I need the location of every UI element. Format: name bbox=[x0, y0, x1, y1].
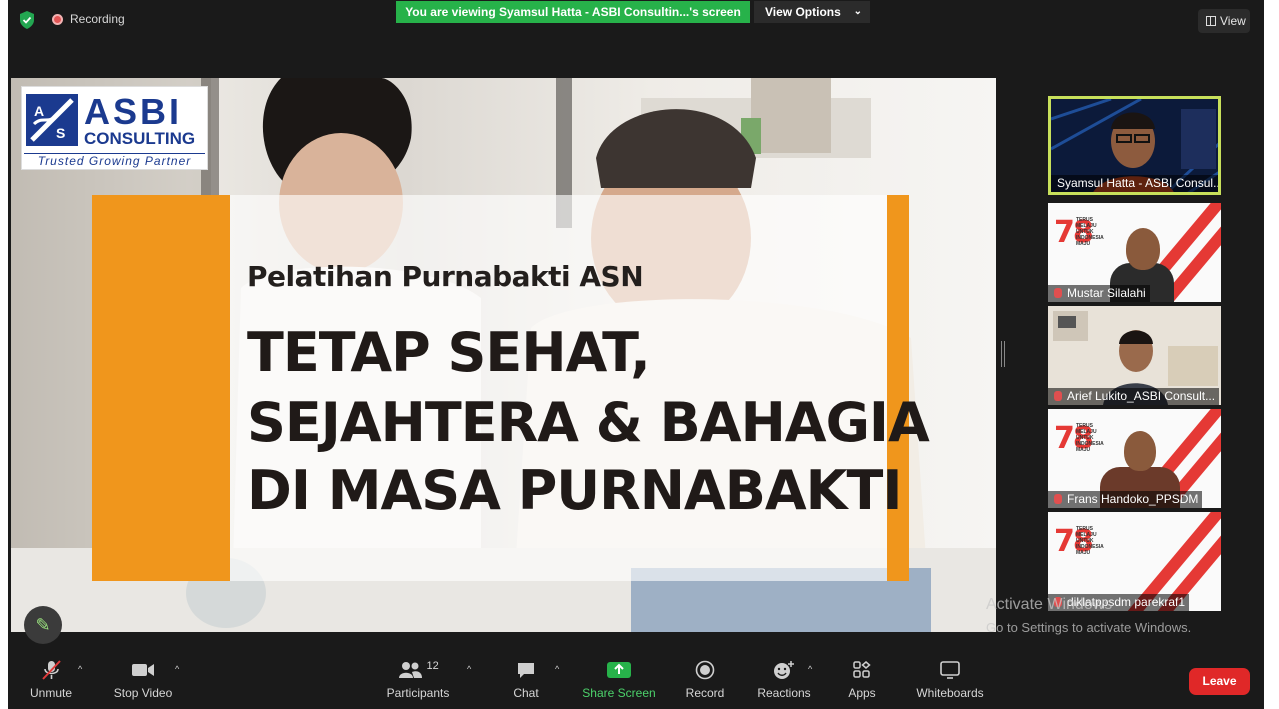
slide-subtitle: Pelatihan Purnabakti ASN bbox=[247, 260, 644, 293]
recording-indicator[interactable]: Recording bbox=[52, 12, 125, 26]
annotate-pen-button[interactable]: ✎ bbox=[24, 606, 62, 644]
participant-tile[interactable]: Arief Lukito_ASBI Consult... bbox=[1048, 306, 1221, 405]
video-options-caret[interactable]: ^ bbox=[175, 664, 179, 674]
orange-accent-bar-left bbox=[92, 195, 230, 581]
participant-tile[interactable]: 78 TERUS MELAJU UNTUK INDONESIA MAJU Fra… bbox=[1048, 409, 1221, 508]
recording-dot-icon bbox=[52, 13, 63, 25]
stop-video-label: Stop Video bbox=[113, 686, 173, 700]
pencil-icon: ✎ bbox=[35, 615, 51, 635]
chat-options-caret[interactable]: ^ bbox=[555, 664, 559, 674]
whiteboard-icon bbox=[940, 661, 960, 679]
reactions-label: Reactions bbox=[757, 686, 811, 700]
reactions-button[interactable]: Reactions bbox=[752, 660, 816, 700]
title-panel bbox=[230, 195, 887, 581]
mic-muted-icon bbox=[1054, 494, 1062, 504]
orange-accent-bar-right bbox=[887, 195, 909, 581]
view-label: View bbox=[1220, 14, 1246, 28]
svg-text:S: S bbox=[56, 125, 65, 141]
whiteboards-label: Whiteboards bbox=[916, 686, 984, 700]
audio-options-caret[interactable]: ^ bbox=[78, 664, 82, 674]
slide-headline-line2: SEJAHTERA & BAHAGIA bbox=[247, 391, 930, 454]
screen-share-banner: You are viewing Syamsul Hatta - ASBI Con… bbox=[396, 1, 750, 23]
participant-tile-active-speaker[interactable]: Syamsul Hatta - ASBI Consul... bbox=[1048, 96, 1221, 195]
security-shield-icon[interactable] bbox=[18, 10, 36, 30]
logo-tagline: Trusted Growing Partner bbox=[24, 153, 205, 169]
unmute-label: Unmute bbox=[29, 686, 73, 700]
chat-button[interactable]: Chat bbox=[506, 660, 546, 700]
grid-view-icon bbox=[1206, 16, 1216, 26]
participant-tile[interactable]: 78 TERUS MELAJU UNTUK INDONESIA MAJU Mus… bbox=[1048, 203, 1221, 302]
activate-windows-hint: Go to Settings to activate Windows. bbox=[986, 620, 1192, 635]
participant-name: Frans Handoko_PPSDM bbox=[1048, 491, 1203, 508]
slide-headline-line3: DI MASA PURNABAKTI bbox=[247, 459, 902, 522]
participant-name: Arief Lukito_ASBI Consult... bbox=[1048, 388, 1220, 405]
share-screen-icon bbox=[607, 662, 631, 678]
apps-grid-icon bbox=[853, 661, 871, 678]
share-screen-button[interactable]: Share Screen bbox=[582, 660, 656, 700]
participants-button[interactable]: 12 Participants bbox=[383, 660, 453, 700]
mic-muted-icon bbox=[1054, 288, 1062, 298]
asbi-consulting-logo: A S ASBI CONSULTING Trusted Growing Part… bbox=[21, 86, 208, 170]
participants-options-caret[interactable]: ^ bbox=[467, 664, 471, 674]
record-icon bbox=[695, 660, 715, 680]
participant-name: Mustar Silalahi bbox=[1048, 285, 1150, 302]
tile-small-text: TERUS MELAJU UNTUK INDONESIA MAJU bbox=[1076, 526, 1104, 556]
asbi-logo-mark-icon: A S bbox=[26, 94, 78, 146]
participant-face bbox=[1126, 228, 1160, 270]
share-screen-label: Share Screen bbox=[582, 686, 656, 700]
unmute-button[interactable]: Unmute bbox=[26, 660, 76, 700]
view-button[interactable]: View bbox=[1198, 9, 1250, 33]
recording-label: Recording bbox=[70, 12, 125, 26]
zoom-meeting-window: Recording You are viewing Syamsul Hatta … bbox=[8, 0, 1264, 709]
apps-label: Apps bbox=[848, 686, 876, 700]
record-button[interactable]: Record bbox=[681, 660, 729, 700]
record-label: Record bbox=[685, 686, 725, 700]
stop-video-button[interactable]: Stop Video bbox=[108, 660, 178, 700]
shared-screen-slide: A S ASBI CONSULTING Trusted Growing Part… bbox=[11, 78, 996, 632]
logo-wordmark-asbi: ASBI bbox=[84, 91, 183, 132]
view-options-label: View Options bbox=[765, 5, 841, 19]
reactions-options-caret[interactable]: ^ bbox=[808, 664, 812, 674]
view-options-button[interactable]: View Options ⌄ bbox=[754, 1, 870, 23]
smiley-reaction-icon bbox=[774, 661, 794, 679]
participants-count: 12 bbox=[426, 660, 439, 672]
panel-resize-handle[interactable] bbox=[1001, 341, 1005, 367]
meeting-toolbar: Unmute ^ Stop Video ^ 12 Participants ^ bbox=[8, 648, 1264, 709]
participant-name: Syamsul Hatta - ASBI Consul... bbox=[1051, 175, 1218, 192]
chat-label: Chat bbox=[513, 686, 539, 700]
activate-windows-watermark: Activate Windows bbox=[986, 596, 1113, 613]
slide-headline-line1: TETAP SEHAT, bbox=[247, 321, 651, 384]
participant-face bbox=[1124, 431, 1156, 471]
chat-bubble-icon bbox=[518, 663, 534, 678]
tile-small-text: TERUS MELAJU UNTUK INDONESIA MAJU bbox=[1076, 423, 1104, 453]
participants-icon: 12 bbox=[393, 660, 443, 680]
svg-text:A: A bbox=[34, 103, 44, 119]
microphone-muted-icon bbox=[42, 660, 61, 680]
participants-label: Participants bbox=[386, 686, 450, 700]
logo-wordmark-consulting: CONSULTING bbox=[84, 129, 196, 148]
leave-button[interactable]: Leave bbox=[1189, 668, 1250, 695]
tile-small-text: TERUS MELAJU UNTUK INDONESIA MAJU bbox=[1076, 217, 1104, 247]
apps-button[interactable]: Apps bbox=[844, 660, 880, 700]
video-camera-icon bbox=[132, 664, 154, 676]
whiteboards-button[interactable]: Whiteboards bbox=[913, 660, 987, 700]
mic-muted-icon bbox=[1054, 391, 1062, 401]
chevron-down-icon: ⌄ bbox=[853, 6, 862, 17]
